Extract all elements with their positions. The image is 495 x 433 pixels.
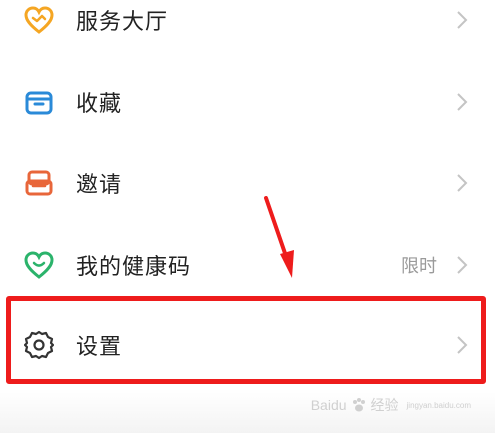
invite-icon [22,166,56,200]
paw-icon [352,398,365,412]
baidu-brand-text: Baidu [310,397,347,413]
highlight-box [6,296,486,384]
chevron-right-icon [455,172,469,194]
menu-item-label: 服务大厅 [76,10,169,35]
chevron-right-icon [455,254,469,276]
menu-item-invite[interactable]: 邀请 [0,143,495,223]
health-heart-icon [22,248,56,282]
menu-item-label: 收藏 [76,92,123,117]
chevron-right-icon [455,9,469,31]
annotation-arrow [264,196,294,278]
menu-item-service-hall[interactable]: 服务大厅 [0,0,495,60]
folder-icon [22,85,56,119]
menu-item-health-code[interactable]: 我的健康码 限时 [0,225,495,305]
watermark-domain: jingyan.baidu.com [406,400,471,410]
menu-item-favorites[interactable]: 收藏 [0,62,495,142]
limited-time-badge: 限时 [401,256,437,277]
menu-item-label: 我的健康码 [76,255,192,280]
menu-item-label: 邀请 [76,173,123,198]
chevron-right-icon [455,91,469,113]
baidu-watermark: Baidu 经验 jingyan.baidu.com [311,395,471,415]
heart-service-icon [22,3,56,37]
watermark-suffix: 经验 [370,397,399,413]
